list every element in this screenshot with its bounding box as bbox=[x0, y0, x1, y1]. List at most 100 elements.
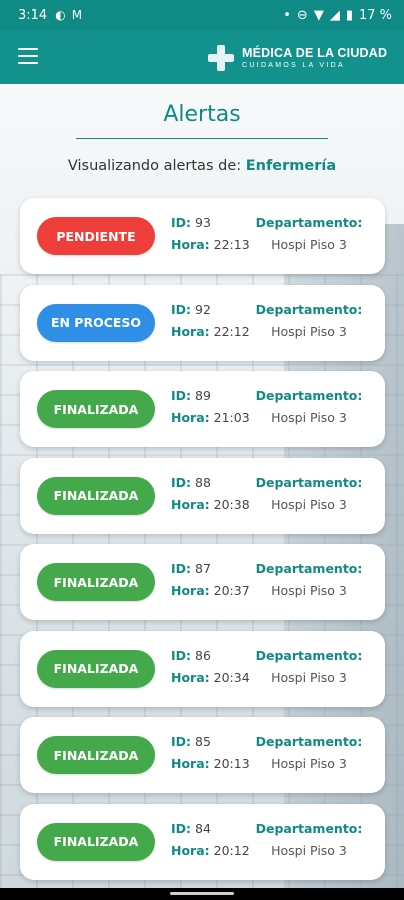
alert-id: 87 bbox=[195, 561, 211, 576]
alert-department: Departamento: Hospi Piso 3 bbox=[249, 645, 369, 689]
hour-label: Hora: bbox=[171, 583, 210, 598]
department-label: Departamento: bbox=[255, 820, 363, 836]
alert-department: Departamento: Hospi Piso 3 bbox=[249, 558, 369, 602]
battery-icon: ▮ bbox=[345, 7, 353, 23]
alert-card[interactable]: FINALIZADA ID: 86 Hora: 20:34 Departamen… bbox=[20, 630, 385, 707]
dot-icon: • bbox=[283, 7, 291, 23]
status-badge[interactable]: FINALIZADA bbox=[37, 736, 155, 774]
hour-label: Hora: bbox=[171, 323, 210, 339]
hour-label: Hora: bbox=[171, 410, 210, 425]
alert-department: Departamento: Hospi Piso 3 bbox=[249, 385, 369, 429]
alert-meta: ID: 87 Hora: 20:37 bbox=[171, 558, 250, 602]
status-badge[interactable]: FINALIZADA bbox=[37, 822, 155, 861]
status-badge[interactable]: FINALIZADA bbox=[37, 390, 155, 428]
alert-hour: 21:03 bbox=[213, 410, 250, 425]
id-label: ID: bbox=[171, 647, 192, 663]
status-badge[interactable]: FINALIZADA bbox=[37, 649, 155, 688]
status-badge[interactable]: FINALIZADA bbox=[37, 476, 155, 515]
id-label: ID: bbox=[171, 561, 192, 576]
brand-tagline: CUIDAMOS LA VIDA bbox=[242, 62, 345, 70]
alert-meta: ID: 85 Hora: 20:13 bbox=[171, 731, 250, 775]
department-value: Hospi Piso 3 bbox=[271, 323, 347, 339]
alert-hour: 20:13 bbox=[213, 756, 250, 771]
department-value: Hospi Piso 3 bbox=[271, 496, 347, 512]
brand-name: MÉDICA DE LA CIUDAD bbox=[242, 45, 388, 60]
alert-hour: 20:34 bbox=[213, 669, 250, 685]
hour-label: Hora: bbox=[171, 496, 210, 512]
alert-meta: ID: 86 Hora: 20:34 bbox=[171, 645, 250, 689]
alert-card[interactable]: FINALIZADA ID: 85 Hora: 20:13 Departamen… bbox=[20, 717, 385, 793]
alert-meta: ID: 84 Hora: 20:12 bbox=[171, 818, 250, 862]
status-badge[interactable]: FINALIZADA bbox=[37, 563, 155, 601]
hamburger-menu-icon[interactable] bbox=[18, 48, 38, 64]
title-divider bbox=[76, 138, 328, 139]
wifi-icon: ▼ bbox=[313, 7, 324, 23]
alert-id: 93 bbox=[195, 215, 211, 230]
alert-department: Departamento: Hospi Piso 3 bbox=[249, 818, 369, 862]
department-value: Hospi Piso 3 bbox=[271, 237, 347, 252]
alert-meta: ID: 89 Hora: 21:03 bbox=[171, 385, 250, 429]
alert-department: Departamento: Hospi Piso 3 bbox=[249, 299, 369, 343]
alert-id: 85 bbox=[195, 734, 211, 749]
department-value: Hospi Piso 3 bbox=[271, 583, 347, 598]
system-nav-bar bbox=[0, 888, 404, 900]
id-label: ID: bbox=[171, 215, 192, 230]
status-bar: 3:14 ◐ M • ⊖ ▼ ◢ ▮ 17 % bbox=[0, 0, 404, 30]
gmail-icon: M bbox=[71, 8, 83, 22]
signal-icon: ◢ bbox=[329, 7, 340, 23]
alert-card[interactable]: FINALIZADA ID: 84 Hora: 20:12 Departamen… bbox=[20, 803, 385, 880]
id-label: ID: bbox=[171, 734, 192, 749]
status-time: 3:14 bbox=[18, 7, 48, 23]
department-label: Departamento: bbox=[255, 388, 363, 403]
department-value: Hospi Piso 3 bbox=[271, 669, 347, 685]
department-label: Departamento: bbox=[255, 734, 363, 749]
status-badge[interactable]: EN PROCESO bbox=[37, 303, 155, 342]
alert-department: Departamento: Hospi Piso 3 bbox=[249, 472, 369, 516]
department-label: Departamento: bbox=[255, 647, 363, 663]
alert-meta: ID: 93 Hora: 22:13 bbox=[171, 212, 250, 256]
alert-id: 86 bbox=[195, 647, 211, 663]
battery-percent: 17 % bbox=[358, 7, 392, 23]
subtitle-prefix: Visualizando alertas de: bbox=[67, 158, 246, 174]
id-label: ID: bbox=[171, 388, 192, 403]
alert-hour: 20:37 bbox=[213, 583, 250, 598]
department-label: Departamento: bbox=[255, 301, 363, 317]
id-label: ID: bbox=[171, 474, 192, 490]
alert-card[interactable]: EN PROCESO ID: 92 Hora: 22:12 Departamen… bbox=[20, 284, 385, 361]
alert-department: Departamento: Hospi Piso 3 bbox=[249, 212, 369, 256]
alert-hour: 20:12 bbox=[213, 842, 250, 858]
app-icon: ◐ bbox=[55, 8, 66, 22]
alert-card[interactable]: FINALIZADA ID: 88 Hora: 20:38 Departamen… bbox=[20, 457, 385, 534]
hour-label: Hora: bbox=[171, 669, 210, 685]
alert-id: 89 bbox=[195, 388, 211, 403]
page-title: Alertas bbox=[163, 102, 241, 127]
hour-label: Hora: bbox=[171, 237, 210, 252]
alert-card[interactable]: PENDIENTE ID: 93 Hora: 22:13 Departament… bbox=[20, 198, 385, 274]
department-name: Enfermería bbox=[245, 158, 337, 174]
department-value: Hospi Piso 3 bbox=[271, 756, 347, 771]
alert-meta: ID: 88 Hora: 20:38 bbox=[171, 472, 250, 516]
id-label: ID: bbox=[171, 820, 192, 836]
hour-label: Hora: bbox=[171, 842, 210, 858]
medical-cross-icon bbox=[206, 43, 236, 73]
alert-card[interactable]: FINALIZADA ID: 87 Hora: 20:37 Departamen… bbox=[20, 544, 385, 620]
home-gesture-handle[interactable] bbox=[170, 892, 234, 895]
alert-id: 84 bbox=[195, 820, 211, 836]
alert-id: 88 bbox=[195, 474, 211, 490]
status-badge[interactable]: PENDIENTE bbox=[37, 217, 155, 255]
alert-meta: ID: 92 Hora: 22:12 bbox=[171, 299, 250, 343]
department-filter-text: Visualizando alertas de: Enfermería bbox=[0, 158, 404, 174]
department-label: Departamento: bbox=[255, 561, 363, 576]
app-bar: MÉDICA DE LA CIUDAD CUIDAMOS LA VIDA bbox=[0, 30, 404, 84]
alert-card[interactable]: FINALIZADA ID: 89 Hora: 21:03 Departamen… bbox=[20, 371, 385, 447]
department-value: Hospi Piso 3 bbox=[271, 842, 347, 858]
department-label: Departamento: bbox=[255, 474, 363, 490]
alert-id: 92 bbox=[195, 301, 211, 317]
department-value: Hospi Piso 3 bbox=[271, 410, 347, 425]
alert-department: Departamento: Hospi Piso 3 bbox=[249, 731, 369, 775]
alert-hour: 22:12 bbox=[213, 323, 250, 339]
alert-hour: 22:13 bbox=[213, 237, 250, 252]
dnd-icon: ⊖ bbox=[296, 7, 308, 23]
department-label: Departamento: bbox=[255, 215, 363, 230]
id-label: ID: bbox=[171, 301, 192, 317]
